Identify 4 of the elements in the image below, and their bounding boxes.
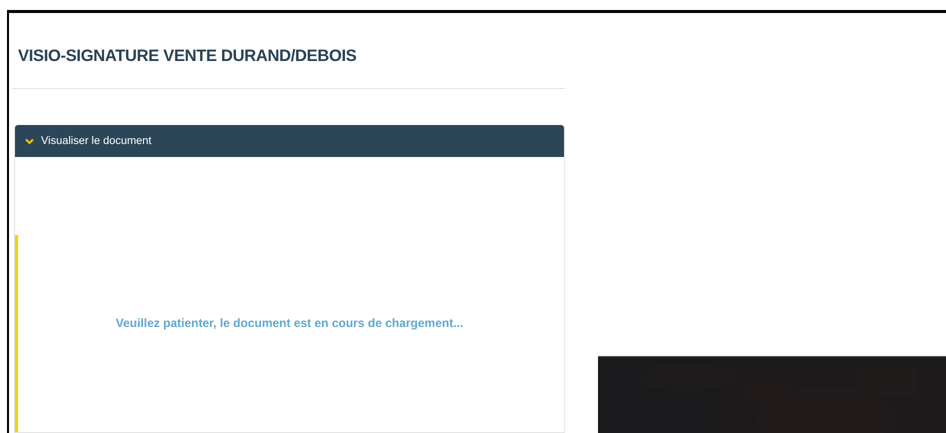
loading-message: Veuillez patienter, le document est en cours de chargement... xyxy=(116,316,464,330)
chevron-icon xyxy=(25,138,34,144)
page-title: VISIO-SIGNATURE VENTE DURAND/DEBOIS xyxy=(17,46,358,67)
panel-header[interactable]: Visualiser le document xyxy=(15,125,564,157)
